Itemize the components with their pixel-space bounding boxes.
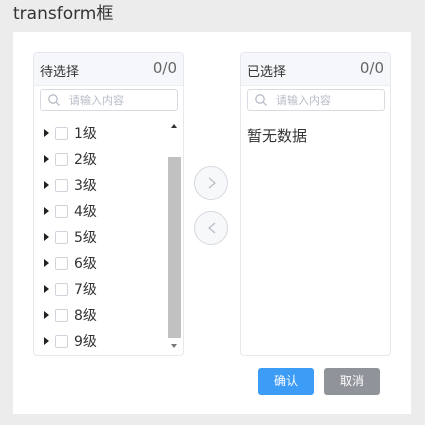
target-search — [247, 89, 385, 111]
target-panel-header: 已选择 0/0 — [241, 53, 390, 86]
source-panel-count: 0/0 — [152, 59, 177, 77]
caret-right-icon[interactable] — [44, 337, 49, 345]
target-panel-count: 0/0 — [359, 59, 384, 77]
tree-item-checkbox[interactable] — [55, 230, 68, 244]
page-title: transform框 — [13, 4, 114, 24]
tree-item-label: 1级 — [74, 126, 97, 142]
caret-right-icon[interactable] — [44, 129, 49, 137]
scroll-down-icon[interactable] — [171, 344, 177, 348]
target-search-input[interactable] — [276, 92, 380, 108]
source-panel: 待选择 0/0 1级 2级 3级 — [33, 52, 184, 356]
source-panel-header: 待选择 0/0 — [34, 53, 183, 86]
tree-item[interactable]: 5级 — [44, 227, 97, 247]
target-empty-text: 暂无数据 — [247, 127, 308, 145]
search-icon — [255, 94, 267, 106]
tree-item-checkbox[interactable] — [55, 256, 68, 270]
caret-right-icon[interactable] — [44, 259, 49, 267]
tree-item[interactable]: 9级 — [44, 331, 97, 351]
tree-item-label: 8级 — [74, 308, 97, 324]
chevron-right-icon — [208, 177, 217, 189]
tree-item-checkbox[interactable] — [55, 334, 68, 348]
tree-item[interactable]: 3级 — [44, 175, 97, 195]
tree-item[interactable]: 7级 — [44, 279, 97, 299]
caret-right-icon[interactable] — [44, 207, 49, 215]
tree-item[interactable]: 1级 — [44, 123, 97, 143]
tree-item-checkbox[interactable] — [55, 152, 68, 166]
chevron-left-icon — [207, 222, 216, 234]
source-search-input[interactable] — [69, 92, 173, 108]
transfer-card: 待选择 0/0 1级 2级 3级 — [13, 32, 411, 414]
move-right-button[interactable] — [194, 166, 228, 200]
caret-right-icon[interactable] — [44, 181, 49, 189]
caret-right-icon[interactable] — [44, 233, 49, 241]
tree-item[interactable]: 8级 — [44, 305, 97, 325]
tree-item-label: 6级 — [74, 256, 97, 272]
tree-item-label: 2级 — [74, 152, 97, 168]
target-panel: 已选择 0/0 暂无数据 — [240, 52, 391, 356]
source-panel-title: 待选择 — [40, 65, 80, 80]
move-left-button[interactable] — [194, 211, 228, 245]
caret-right-icon[interactable] — [44, 285, 49, 293]
caret-right-icon[interactable] — [44, 155, 49, 163]
tree-item[interactable]: 6级 — [44, 253, 97, 273]
scroll-thumb[interactable] — [168, 157, 181, 338]
tree-item-label: 5级 — [74, 230, 97, 246]
source-scrollbar[interactable] — [168, 121, 181, 353]
target-panel-title: 已选择 — [247, 65, 287, 80]
search-icon — [48, 94, 60, 106]
source-tree: 1级 2级 3级 4级 5级 6级 7级 8级 9级 — [34, 121, 184, 353]
tree-item-checkbox[interactable] — [55, 178, 68, 192]
caret-right-icon[interactable] — [44, 311, 49, 319]
source-search — [40, 89, 178, 111]
tree-item-label: 4级 — [74, 204, 97, 220]
scroll-up-icon[interactable] — [171, 124, 177, 128]
tree-item-checkbox[interactable] — [55, 282, 68, 296]
cancel-button[interactable]: 取消 — [324, 368, 380, 395]
tree-item-checkbox[interactable] — [55, 126, 68, 140]
tree-item-checkbox[interactable] — [55, 308, 68, 322]
confirm-button[interactable]: 确认 — [258, 368, 314, 395]
tree-item-label: 9级 — [74, 334, 97, 350]
tree-item-label: 7级 — [74, 282, 97, 298]
tree-item[interactable]: 2级 — [44, 149, 97, 169]
tree-item-label: 3级 — [74, 178, 97, 194]
tree-item-checkbox[interactable] — [55, 204, 68, 218]
tree-item[interactable]: 4级 — [44, 201, 97, 221]
